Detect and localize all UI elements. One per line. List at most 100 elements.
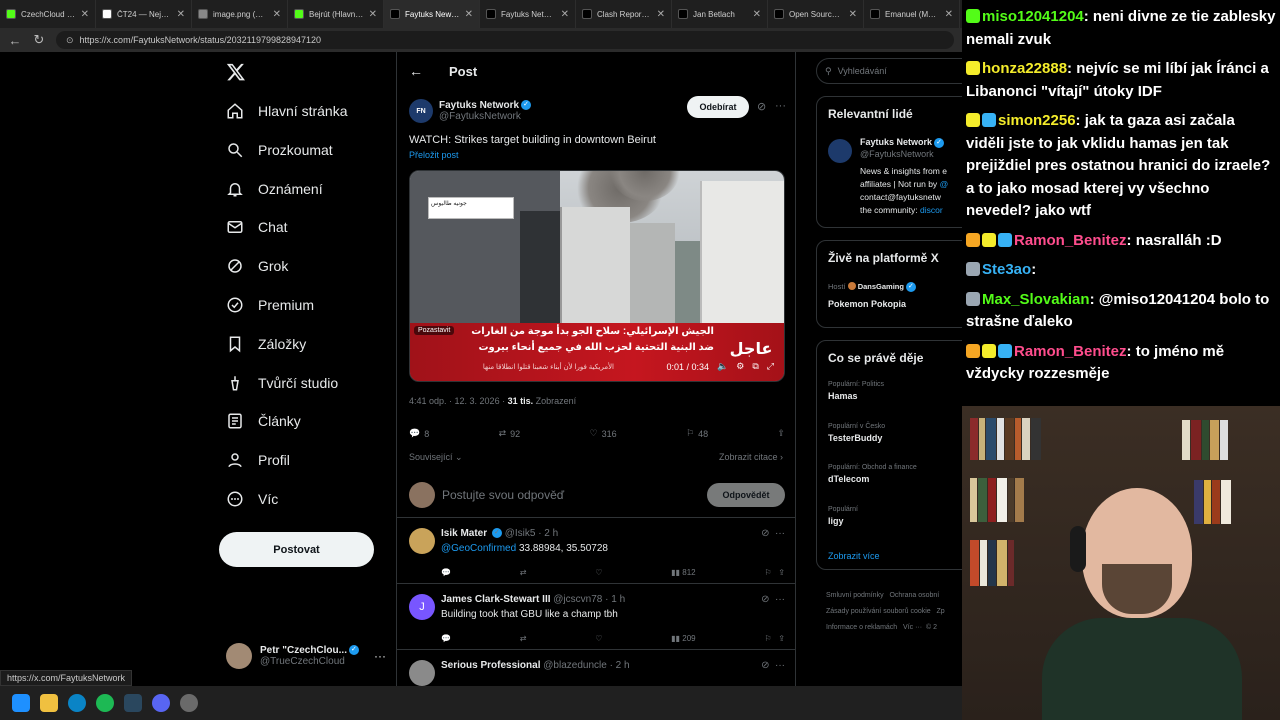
reply-icon[interactable]: 💬 (441, 568, 451, 577)
reply-author-name[interactable]: Serious Professional (441, 660, 540, 671)
trend-item[interactable]: Populární ligy (828, 506, 858, 526)
footer-link[interactable]: Zásady používání souborů cookie (826, 608, 931, 615)
chat-username[interactable]: Max_Slovakian (982, 291, 1090, 308)
steam-icon[interactable] (124, 694, 142, 712)
follow-button[interactable]: Odebírat (687, 96, 749, 118)
nav-item-person[interactable]: Profil (226, 451, 290, 469)
chat-username[interactable]: Ramon_Benitez (1014, 343, 1127, 360)
reply-avatar[interactable] (409, 528, 435, 554)
back-arrow-icon[interactable]: ← (8, 33, 22, 48)
pip-icon[interactable]: ⧉ (752, 361, 758, 372)
chat-username[interactable]: Ste3ao (982, 261, 1031, 278)
obs-icon[interactable] (180, 694, 198, 712)
reload-icon[interactable]: ↻ (32, 32, 46, 48)
close-tab-icon[interactable]: ✕ (177, 9, 185, 20)
footer-link[interactable]: Ochrana osobní (889, 592, 939, 599)
nav-item-article[interactable]: Články (226, 412, 301, 430)
chat-username[interactable]: simon2256 (998, 112, 1076, 129)
browser-tab[interactable]: ČT24 — Nejdův ✕ (96, 0, 192, 28)
grok-icon[interactable]: ⊘ (757, 100, 766, 113)
repost-icon[interactable]: ⇄ (520, 568, 527, 577)
chat-username[interactable]: miso12041204 (982, 8, 1084, 25)
like-button[interactable]: ♡ 316 (590, 428, 617, 439)
translate-link[interactable]: Přeložit post (409, 150, 459, 160)
reply-more-icons[interactable]: ⊘ ··· (761, 528, 785, 539)
site-info-icon[interactable]: ⊙ (66, 35, 74, 46)
live-card[interactable]: Živě na platformě X Hostí DansGaming ✓ Po… (816, 240, 962, 328)
repost-button[interactable]: ⇄ 92 (499, 428, 521, 439)
more-dots-icon[interactable]: ··· (374, 649, 386, 663)
browser-tab[interactable]: Faytuks News n ✕ (384, 0, 480, 28)
reply-button[interactable]: 💬 8 (409, 428, 429, 439)
nav-item-bell[interactable]: Oznámení (226, 180, 323, 198)
url-field[interactable]: ⊙ https://x.com/FaytuksNetwork/status/20… (56, 31, 954, 49)
views-icon[interactable]: ▮▮ 812 (671, 568, 695, 577)
reply-submit-button[interactable]: Odpovědět (707, 483, 785, 507)
reply-avatar[interactable]: J (409, 594, 435, 620)
author-name[interactable]: Faytuks Network ✓ (439, 100, 532, 111)
close-tab-icon[interactable]: ✕ (849, 9, 857, 20)
close-tab-icon[interactable]: ✕ (369, 9, 377, 20)
author-avatar[interactable] (828, 139, 852, 163)
nav-item-premium[interactable]: Premium (226, 296, 314, 314)
settings-icon[interactable]: ⚙ (736, 361, 744, 372)
browser-tab[interactable]: Faytuks Networ ✕ (480, 0, 576, 28)
reply-more-icons[interactable]: ⊘ ··· (761, 660, 785, 671)
nav-item-search[interactable]: Prozkoumat (226, 141, 333, 159)
trend-item[interactable]: Populární: Politics Hamas (828, 381, 884, 401)
view-quotes-link[interactable]: Zobrazit citace › (719, 452, 783, 462)
footer-link[interactable]: Víc ··· (903, 624, 922, 631)
nav-item-bookmark[interactable]: Záložky (226, 335, 306, 353)
close-tab-icon[interactable]: ✕ (465, 9, 473, 20)
author-avatar[interactable]: FN (409, 99, 433, 123)
trend-item[interactable]: Populární: Obchod a finance dTelecom (828, 464, 917, 484)
reply-icon[interactable]: 💬 (441, 634, 451, 643)
related-dropdown[interactable]: Související ⌄ (409, 452, 463, 463)
browser-tab[interactable]: Clash Report na ✕ (576, 0, 672, 28)
browser-tab[interactable]: Bejrút (Hlavní m ✕ (288, 0, 384, 28)
bookmark-button[interactable]: ⚐ 48 (686, 428, 708, 439)
reply-input[interactable]: Postujte svou odpověď (442, 488, 564, 502)
bookmark-icon[interactable]: ⚐ ⇪ (764, 634, 785, 643)
close-tab-icon[interactable]: ✕ (561, 9, 569, 20)
nav-item-studio[interactable]: Tvůrčí studio (226, 374, 338, 392)
relevant-name[interactable]: Faytuks Network ✓ (860, 137, 945, 148)
footer-link[interactable]: Zp (937, 608, 945, 615)
nav-item-grok[interactable]: Grok (226, 257, 288, 275)
author-handle[interactable]: @FaytuksNetwork (439, 111, 531, 122)
views-icon[interactable]: ▮▮ 209 (671, 634, 695, 643)
share-button[interactable]: ⇪ (777, 428, 785, 439)
browser-tab[interactable]: CzechCloud Str ✕ (0, 0, 96, 28)
footer-link[interactable]: Informace o reklamách (826, 624, 897, 631)
reply-more-icons[interactable]: ⊘ ··· (761, 594, 785, 605)
heart-icon[interactable]: ♡ (595, 568, 602, 577)
reply-author-name[interactable]: James Clark-Stewart III (441, 594, 551, 605)
chat-username[interactable]: Ramon_Benitez (1014, 232, 1127, 249)
spotify-icon[interactable] (96, 694, 114, 712)
account-switcher[interactable]: Petr "CzechClou... ✓ @TrueCzechCloud ··· (226, 639, 386, 673)
mention-link[interactable]: @GeoConfirmed (441, 543, 516, 554)
more-dots-icon[interactable]: ··· (775, 100, 786, 112)
file-explorer-icon[interactable] (40, 694, 58, 712)
discord-icon[interactable] (152, 694, 170, 712)
browser-tab[interactable]: image.png (125 ✕ (192, 0, 288, 28)
close-tab-icon[interactable]: ✕ (945, 9, 953, 20)
edge-browser-icon[interactable] (68, 694, 86, 712)
heart-icon[interactable]: ♡ (595, 634, 602, 643)
close-tab-icon[interactable]: ✕ (273, 9, 281, 20)
bookmark-icon[interactable]: ⚐ ⇪ (764, 568, 785, 577)
video-player[interactable]: جونيه طاليوس الجيش الإسرائيلي: سلاح الجو… (409, 170, 785, 382)
reply-author-name[interactable]: Isik Mater (441, 528, 487, 539)
close-tab-icon[interactable]: ✕ (657, 9, 665, 20)
search-input[interactable]: ⚲ Vyhledávání (816, 58, 962, 84)
repost-icon[interactable]: ⇄ (520, 634, 527, 643)
x-logo-icon[interactable] (226, 62, 246, 82)
windows-start-icon[interactable] (12, 694, 30, 712)
volume-icon[interactable]: 🔈 (717, 361, 728, 372)
trend-item[interactable]: Populární v Česko TesterBuddy (828, 423, 885, 443)
nav-item-mail[interactable]: Chat (226, 218, 288, 236)
browser-tab[interactable]: Emanuel (Mann ✕ (864, 0, 960, 28)
browser-tab[interactable]: Jan Betlach ✕ (672, 0, 768, 28)
close-tab-icon[interactable]: ✕ (753, 9, 761, 20)
browser-tab[interactable]: Open Source In ✕ (768, 0, 864, 28)
